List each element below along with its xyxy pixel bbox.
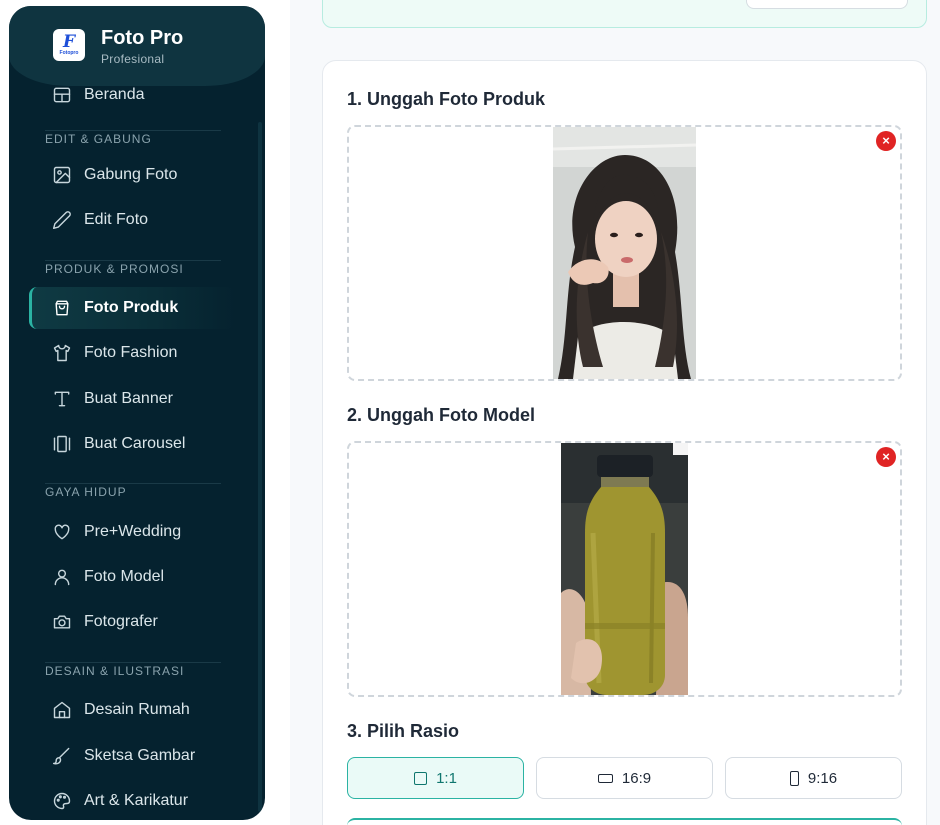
- image-icon: [51, 164, 73, 186]
- divider: [45, 483, 221, 484]
- sidebar-item-label: Art & Karikatur: [84, 792, 189, 809]
- brand-header: F Fotopro Foto Pro Profesional: [9, 6, 265, 86]
- sidebar-item-label: Pre+Wedding: [84, 523, 182, 540]
- sidebar-item-label: Sketsa Gambar: [84, 747, 196, 764]
- sidebar-item-label: Buat Banner: [84, 390, 173, 407]
- divider: [45, 130, 221, 131]
- sidebar-item-label: Buat Carousel: [84, 435, 186, 452]
- ratio-selector: 1:1 16:9 9:16: [347, 757, 902, 799]
- ratio-label: 9:16: [807, 769, 838, 787]
- sidebar-item-fotografer[interactable]: Fotografer: [29, 601, 235, 643]
- sidebar-item-label: Foto Model: [84, 568, 165, 585]
- ratio-label: 16:9: [621, 769, 652, 787]
- sidebar-item-pre-wedding[interactable]: Pre+Wedding: [29, 511, 235, 553]
- gutter: [270, 0, 290, 825]
- app-title: Foto Pro: [101, 27, 184, 49]
- model-photo-preview: [561, 443, 688, 695]
- sidebar-item-label: Fotografer: [84, 613, 158, 630]
- section-desain-ilustrasi: DESAIN & ILUSTRASI: [45, 664, 185, 678]
- app-subtitle: Profesional: [101, 52, 165, 66]
- ratio-label: 1:1: [436, 769, 457, 787]
- remove-model-photo-button[interactable]: ×: [876, 447, 896, 467]
- section-produk-promosi: PRODUK & PROMOSI: [45, 262, 184, 276]
- generate-button-edge[interactable]: [347, 818, 902, 825]
- remove-product-photo-button[interactable]: ×: [876, 131, 896, 151]
- sidebar-item-sketsa-gambar[interactable]: Sketsa Gambar: [29, 735, 235, 777]
- portrait-icon: [789, 770, 799, 786]
- sidebar-item-gabung-foto[interactable]: Gabung Foto: [29, 154, 235, 196]
- text-icon: [51, 388, 73, 410]
- ratio-16-9-button[interactable]: 16:9: [536, 757, 713, 799]
- logo-text: Fotopro: [59, 49, 79, 56]
- ratio-9-16-button[interactable]: 9:16: [725, 757, 902, 799]
- step-title-product: 1. Unggah Foto Produk: [347, 89, 545, 109]
- sidebar-item-buat-carousel[interactable]: Buat Carousel: [29, 423, 235, 465]
- grid-icon: [51, 84, 73, 106]
- person-photo-image: [553, 127, 696, 379]
- palette-icon: [51, 790, 73, 812]
- sidebar-item-label: Foto Fashion: [84, 344, 178, 361]
- sidebar-item-edit-foto[interactable]: Edit Foto: [29, 199, 235, 241]
- ratio-1-1-button[interactable]: 1:1: [347, 757, 524, 799]
- sidebar-item-label: Edit Foto: [84, 211, 149, 228]
- home-icon: [51, 699, 73, 721]
- divider: [45, 260, 221, 261]
- product-photo-preview: [553, 127, 696, 379]
- landscape-icon: [597, 773, 613, 783]
- carousel-icon: [51, 433, 73, 455]
- sidebar-item-art-karikatur[interactable]: Art & Karikatur: [29, 780, 235, 820]
- brush-icon: [51, 745, 73, 767]
- section-edit-gabung: EDIT & GABUNG: [45, 132, 152, 146]
- sidebar: F Fotopro Foto Pro Profesional Beranda E…: [9, 6, 265, 820]
- step-title-ratio: 3. Pilih Rasio: [347, 721, 460, 741]
- camera-icon: [51, 611, 73, 633]
- pencil-icon: [51, 209, 73, 231]
- sidebar-item-desain-rumah[interactable]: Desain Rumah: [29, 689, 235, 731]
- sidebar-item-foto-model[interactable]: Foto Model: [29, 556, 235, 598]
- app-logo[interactable]: F Fotopro: [53, 29, 85, 61]
- sidebar-item-label: Desain Rumah: [84, 701, 190, 718]
- section-gaya-hidup: GAYA HIDUP: [45, 485, 127, 499]
- sidebar-item-label: Beranda: [84, 86, 145, 103]
- sidebar-item-foto-fashion[interactable]: Foto Fashion: [29, 332, 235, 374]
- bottle-photo-image: [561, 443, 688, 695]
- user-icon: [51, 566, 73, 588]
- logo-letter: F: [62, 31, 76, 52]
- square-icon: [414, 771, 428, 785]
- shirt-icon: [51, 342, 73, 364]
- shopping-bag-icon: [51, 297, 73, 319]
- sidebar-item-foto-produk[interactable]: Foto Produk: [29, 287, 235, 329]
- heart-icon: [51, 521, 73, 543]
- sidebar-item-label: Gabung Foto: [84, 166, 178, 183]
- sidebar-scrollbar[interactable]: [258, 122, 262, 812]
- step-title-model: 2. Unggah Foto Model: [347, 405, 535, 425]
- sidebar-item-label: Foto Produk: [84, 299, 179, 316]
- sidebar-item-buat-banner[interactable]: Buat Banner: [29, 378, 235, 420]
- top-notice-panel: [322, 0, 927, 28]
- divider: [45, 662, 221, 663]
- top-notice-button[interactable]: [746, 0, 908, 9]
